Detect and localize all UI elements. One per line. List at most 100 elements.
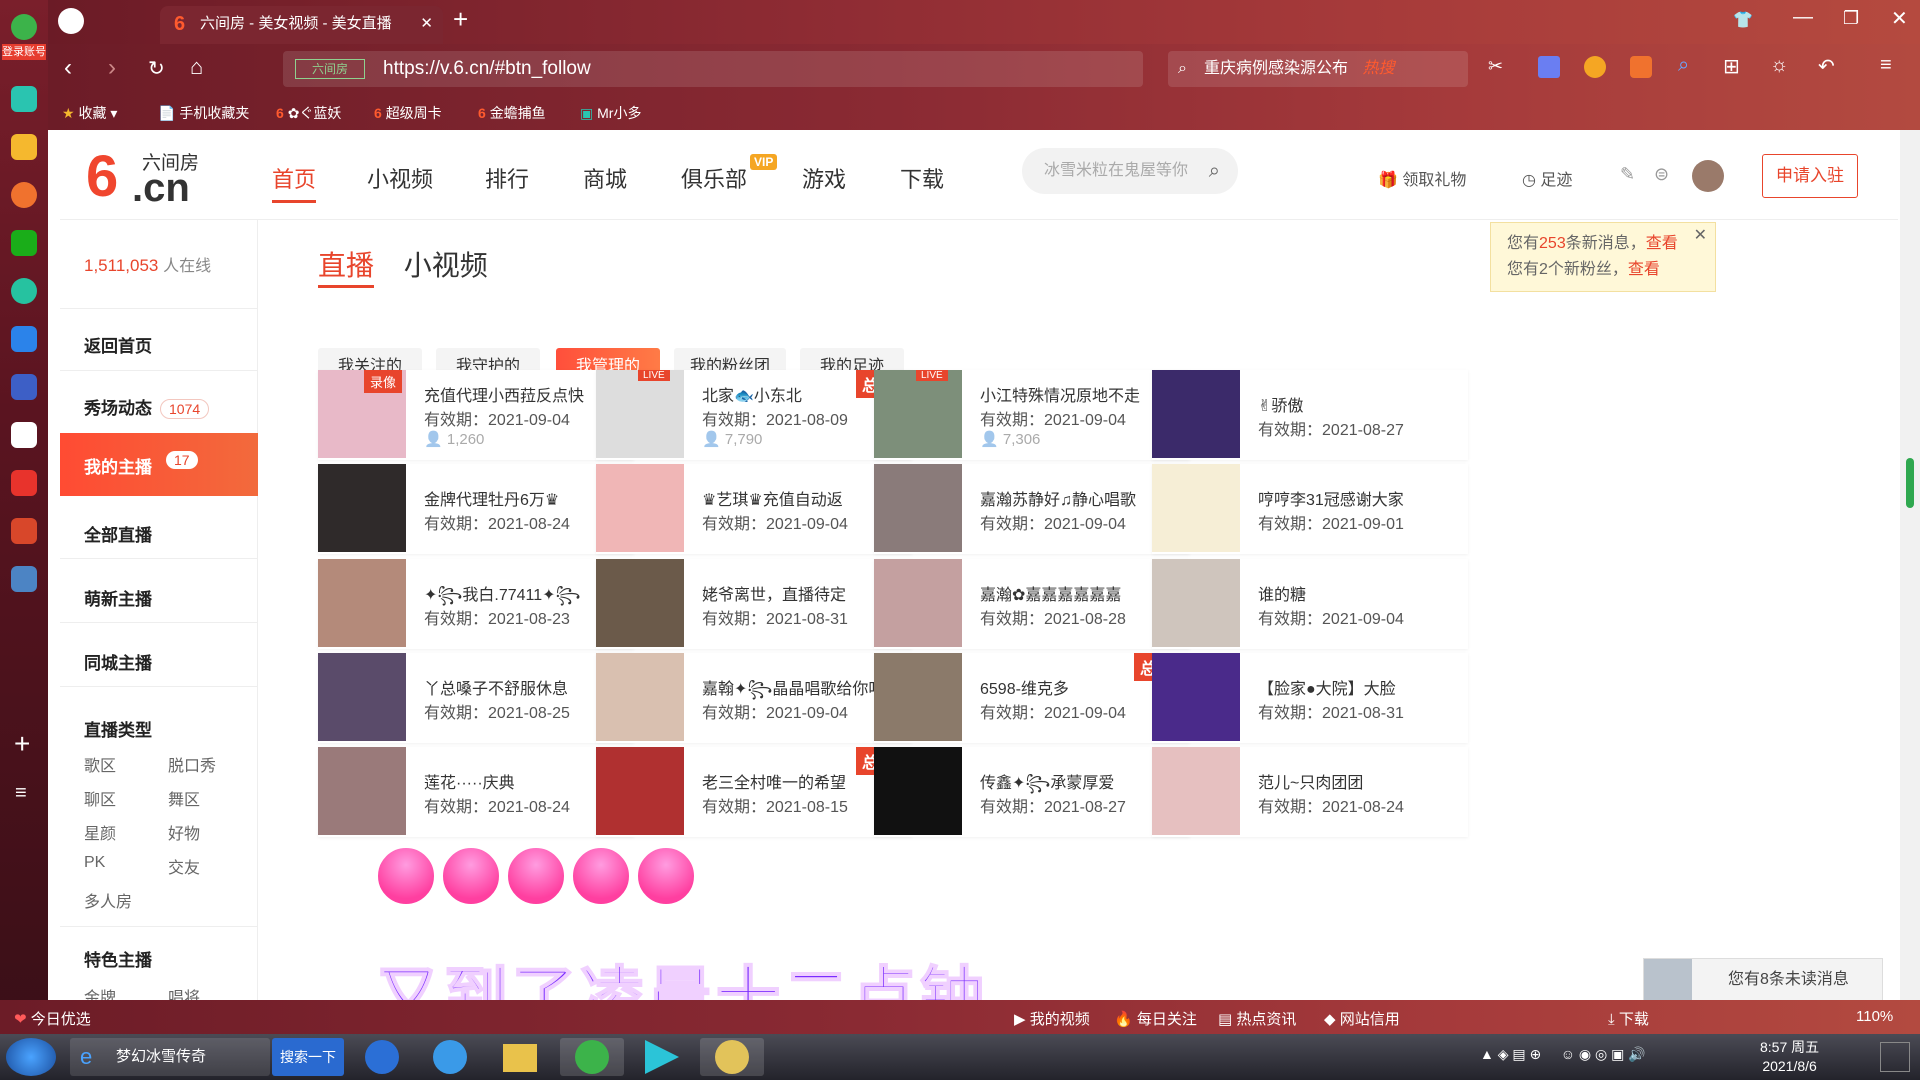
back-icon[interactable]: ‹	[64, 54, 72, 82]
anchor-name[interactable]: 范儿~只肉团团	[1258, 769, 1363, 793]
sidebar-item-all-live[interactable]: 全部直播	[84, 521, 152, 546]
sidebar-item-local[interactable]: 同城主播	[84, 649, 152, 674]
taskbar-ie-icon[interactable]	[420, 1038, 480, 1076]
bookmark-item[interactable]: 📄 手机收藏夹	[158, 103, 249, 123]
anchor-thumbnail[interactable]	[318, 559, 406, 647]
search-icon[interactable]: ⌕	[1209, 148, 1220, 194]
anchor-thumbnail[interactable]	[1152, 653, 1240, 741]
anchor-card[interactable]: 嘉瀚苏静好♫静心唱歌 有效期：2021-09-04	[874, 464, 1190, 554]
anchor-thumbnail[interactable]	[596, 464, 684, 552]
anchor-card[interactable]: 总管6598-维克多有效期：2021-09-04	[874, 653, 1190, 743]
anchor-name[interactable]: 北家🐟小东北	[702, 382, 802, 406]
refresh-icon[interactable]: ↻	[148, 56, 165, 81]
anchor-card[interactable]: 谁的糖 有效期：2021-09-04	[1152, 559, 1468, 649]
anchor-thumbnail[interactable]	[596, 559, 684, 647]
anchor-thumbnail[interactable]	[1152, 559, 1240, 647]
anchor-name[interactable]: 充值代理小西菈反点快	[424, 382, 584, 406]
anchor-thumbnail[interactable]	[596, 747, 684, 835]
add-icon[interactable]: +	[14, 728, 30, 760]
skin-icon[interactable]: 👕	[1733, 10, 1753, 30]
status-credit[interactable]: ◆ 网站信用	[1324, 1008, 1400, 1029]
anchor-thumbnail[interactable]	[874, 653, 962, 741]
nav-shortvideo[interactable]: 小视频	[367, 162, 433, 194]
anchor-name[interactable]: 丫总嗓子不舒服休息	[424, 675, 568, 699]
anchor-card[interactable]: 姥爷离世，直播待定 有效期：2021-08-31	[596, 559, 912, 649]
minimize-icon[interactable]: —	[1793, 6, 1813, 29]
anchor-card[interactable]: LIVE 小江特殊情况原地不走 有效期：2021-09-04 👤 7,306	[874, 370, 1190, 460]
popup-view-fans-link[interactable]: 查看	[1628, 261, 1660, 278]
nav-mall[interactable]: 商城	[583, 162, 627, 194]
tab-live[interactable]: 直播	[318, 250, 375, 288]
address-bar[interactable]: 六间房 https://v.6.cn/#btn_follow	[283, 51, 1143, 87]
start-button-icon[interactable]	[6, 1038, 56, 1076]
type-link[interactable]: 舞区	[168, 786, 200, 810]
brightness-icon[interactable]: ☼	[1770, 54, 1788, 77]
cloud-icon[interactable]	[11, 278, 37, 304]
anchor-name[interactable]: 老三全村唯一的希望	[702, 769, 846, 793]
type-link[interactable]: PK	[84, 854, 105, 872]
anchor-thumbnail[interactable]	[874, 370, 962, 458]
anchor-name[interactable]: 金牌代理牡丹6万♛	[424, 486, 559, 510]
nav-game[interactable]: 游戏	[802, 162, 846, 194]
anchor-card[interactable]: 传鑫✦꧂承蒙厚爱 有效期：2021-08-27	[874, 747, 1190, 837]
menu-icon[interactable]: ≡	[15, 782, 27, 805]
nav-download[interactable]: 下载	[900, 162, 944, 194]
type-link[interactable]: 唱将	[168, 984, 200, 1000]
type-link[interactable]: 星颜	[84, 820, 116, 844]
weibo-icon[interactable]	[11, 182, 37, 208]
anchor-thumbnail[interactable]	[318, 464, 406, 552]
tab-shortvideo[interactable]: 小视频	[404, 250, 488, 281]
popup-view-link[interactable]: 查看	[1646, 235, 1678, 252]
type-link[interactable]: 交友	[168, 854, 200, 878]
apply-button[interactable]: 申请入驻	[1762, 154, 1858, 198]
anchor-name[interactable]: 谁的糖	[1258, 581, 1306, 605]
anchor-thumbnail[interactable]	[596, 653, 684, 741]
anchor-card[interactable]: 莲花·····庆典 有效期：2021-08-24	[318, 747, 634, 837]
avatar[interactable]	[1692, 160, 1724, 192]
browser-logo-icon[interactable]	[11, 14, 37, 40]
anchor-card[interactable]: 哼哼李31冠感谢大家 有效期：2021-09-01	[1152, 464, 1468, 554]
tray-icons[interactable]: ▲ ◈ ▤ ⊕ ☺ ◉ ◎ ▣ 🔊	[1480, 1046, 1646, 1063]
browser-search-box[interactable]: ⌕ 重庆病例感染源公布 热搜	[1168, 51, 1468, 87]
anchor-card[interactable]: ✌骄傲 有效期：2021-08-27	[1152, 370, 1468, 460]
popup-close-icon[interactable]: ✕	[1694, 223, 1707, 249]
bookmark-item[interactable]: 6 金蟾捕鱼	[478, 103, 546, 123]
browser-menu-icon[interactable]: ≡	[1880, 54, 1892, 77]
sidebar-item-dynamic[interactable]: 秀场动态 1074	[84, 394, 210, 419]
type-link[interactable]: 聊区	[84, 786, 116, 810]
site-search-input[interactable]: 冰雪米粒在鬼屋等你 ⌕	[1022, 148, 1238, 194]
login-label[interactable]: 登录账号	[2, 44, 46, 60]
anchor-card[interactable]: 嘉翰✦꧂晶晶唱歌给你听 有效期：2021-09-04	[596, 653, 912, 743]
sidebar-item-new[interactable]: 萌新主播	[84, 585, 152, 610]
anchor-thumbnail[interactable]	[1152, 370, 1240, 458]
taskbar-video-icon[interactable]	[630, 1038, 694, 1076]
message-icon[interactable]: ⊜	[1654, 164, 1669, 185]
type-link[interactable]: 脱口秀	[168, 752, 216, 776]
anchor-card[interactable]: 录像 充值代理小西菈反点快 有效期：2021-09-04 👤 1,260	[318, 370, 634, 460]
xiaohongshu-icon[interactable]	[11, 470, 37, 496]
anchor-card[interactable]: 金牌代理牡丹6万♛ 有效期：2021-08-24	[318, 464, 634, 554]
word-icon[interactable]	[11, 422, 37, 448]
anchor-name[interactable]: 莲花·····庆典	[424, 769, 515, 793]
grid-icon[interactable]: ⊞	[1723, 54, 1740, 79]
footprint-link[interactable]: ◷ 足迹	[1522, 166, 1572, 190]
nav-rank[interactable]: 排行	[485, 162, 529, 194]
anchor-card[interactable]: ✦꧂我白.77411✦꧂ 有效期：2021-08-23	[318, 559, 634, 649]
type-link[interactable]: 金牌	[84, 984, 116, 1000]
anchor-name[interactable]: 嘉瀚苏静好♫静心唱歌	[980, 486, 1136, 510]
nav-home[interactable]: 首页	[272, 162, 317, 203]
anchor-card[interactable]: 嘉瀚✿嘉嘉嘉嘉嘉嘉 有效期：2021-08-28	[874, 559, 1190, 649]
anchor-name[interactable]: 嘉瀚✿嘉嘉嘉嘉嘉嘉	[980, 581, 1121, 605]
bookmark-item[interactable]: 6 ✿ぐ蓝妖	[276, 103, 341, 123]
taskbar-game-icon[interactable]	[700, 1038, 764, 1076]
anchor-name[interactable]: 哼哼李31冠感谢大家	[1258, 486, 1404, 510]
status-my-video[interactable]: ▶ 我的视频	[1014, 1008, 1090, 1029]
new-tab-icon[interactable]: +	[453, 4, 468, 35]
anchor-name[interactable]: ♛艺琪♛充值自动返	[702, 486, 843, 510]
zoom-level[interactable]: 110%	[1856, 1008, 1893, 1025]
anchor-thumbnail[interactable]	[874, 559, 962, 647]
gamepad-icon[interactable]	[1630, 56, 1652, 78]
nav-club[interactable]: 俱乐部	[681, 162, 747, 194]
scissors-icon[interactable]: ✂	[1488, 56, 1503, 77]
undo-icon[interactable]: ↶	[1818, 54, 1835, 79]
